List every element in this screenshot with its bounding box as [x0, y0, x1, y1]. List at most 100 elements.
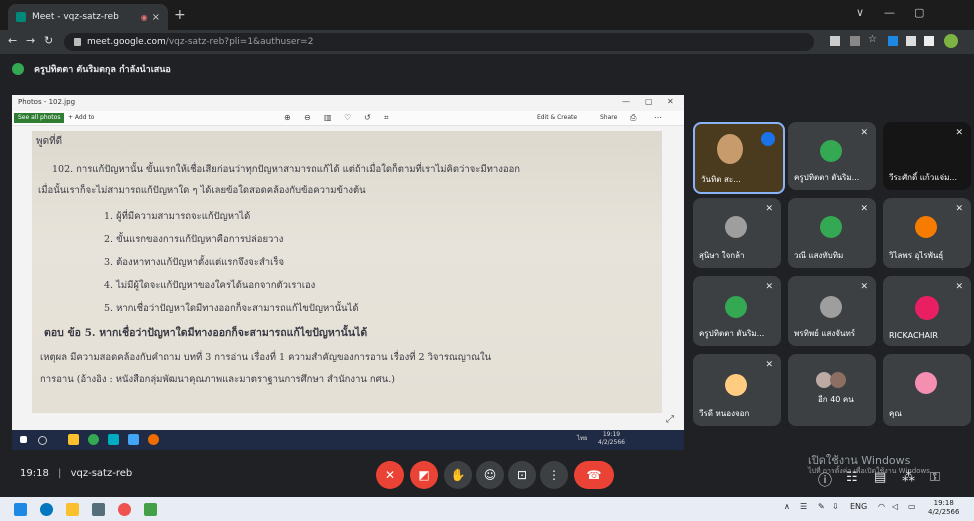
bookmark-star-icon[interactable]: ☆ — [868, 34, 878, 45]
zoom-in-icon[interactable]: ⊕ — [284, 113, 291, 122]
participant-avatar — [830, 372, 846, 388]
text-line: 1. ผู้ที่มีความสามารถจะแก้ปัญหาได้ — [104, 211, 251, 222]
meeting-time: 19:18 — [20, 468, 49, 479]
participant-tile-6[interactable]: ✕ ครูปทิตตา ตันริม... — [693, 276, 781, 346]
tray-chevron-icon[interactable]: ∧ — [784, 502, 790, 511]
participant-tile-7[interactable]: ✕ พรทิพย์ แสงจันทร์ — [788, 276, 876, 346]
tray-usb-icon[interactable]: ⇩ — [832, 502, 839, 511]
see-all-photos-button[interactable]: See all photos — [14, 113, 65, 123]
participant-name: พรทิพย์ แสงจันทร์ — [794, 329, 856, 338]
url-input[interactable]: meet.google.com /vqz-satz-reb?pli=1&auth… — [64, 33, 814, 51]
present-button[interactable]: ⊡ — [508, 461, 536, 489]
participant-name: วณี แสงทับทิม — [794, 251, 844, 260]
text-line: พูดที่ดี — [36, 136, 63, 147]
more-icon[interactable]: ⋯ — [654, 113, 662, 122]
mic-off-icon: ✕ — [765, 360, 773, 370]
maximize-button[interactable]: ▢ — [914, 6, 924, 19]
share-icon[interactable] — [850, 36, 860, 46]
new-tab-button[interactable]: + — [174, 7, 186, 23]
tab-search-icon[interactable]: ∨ — [856, 6, 864, 19]
mic-off-icon: ✕ — [955, 282, 963, 292]
participant-tile-2[interactable]: ✕ วีระศักดิ์ แก้วแจ่ม... — [883, 122, 971, 190]
activities-icon[interactable]: ⁂ — [902, 470, 915, 485]
tray-ink-icon[interactable]: ✎ — [818, 502, 825, 511]
crop-icon[interactable]: ⌗ — [384, 113, 389, 123]
present-screen-icon: ⊡ — [516, 468, 528, 482]
zoom-out-icon[interactable]: ⊖ — [304, 113, 311, 122]
print-icon[interactable]: ⎙ — [630, 113, 636, 123]
minimize-button[interactable]: — — [884, 6, 895, 19]
delete-icon[interactable]: ▥ — [324, 113, 332, 122]
favorite-heart-icon[interactable]: ♡ — [344, 113, 351, 122]
photos-minimize-icon[interactable]: — — [622, 97, 630, 106]
raise-hand-button[interactable]: ✋ — [444, 461, 472, 489]
chrome-icon — [88, 434, 99, 445]
participant-name: ครูปทิตตา ตันริม... — [794, 173, 860, 182]
participant-name: วันทิต สะ... — [701, 175, 741, 184]
share-button[interactable]: Share — [600, 114, 617, 121]
shared-clock-date: 4/2/2566 — [598, 439, 625, 446]
camera-indicator-icon[interactable] — [830, 36, 840, 46]
host-controls-icon[interactable]: ⚿ — [930, 470, 940, 485]
mic-toggle-button[interactable]: ✕ — [376, 461, 404, 489]
reload-icon[interactable]: ↻ — [44, 34, 53, 47]
photos-close-icon[interactable]: ✕ — [667, 97, 674, 106]
wifi-icon[interactable]: ◠ — [878, 502, 885, 511]
tray-apps-icon[interactable]: ☰ — [800, 502, 807, 511]
profile-avatar[interactable] — [944, 34, 958, 48]
speaking-indicator-icon — [761, 132, 775, 146]
forward-arrow-icon[interactable]: → — [26, 34, 35, 47]
browser-icon[interactable] — [118, 503, 131, 516]
separator: | — [58, 468, 62, 479]
taskbar-clock[interactable]: 19:18 4/2/2566 — [928, 499, 959, 517]
rotate-icon[interactable]: ↺ — [364, 113, 371, 122]
back-arrow-icon[interactable]: ← — [8, 34, 17, 47]
resize-diagonal-icon[interactable]: ⤢ — [666, 414, 674, 425]
text-line: 5. หากเชื่อว่าปัญหาใดมีทางออกก็จะสามารถแ… — [104, 303, 359, 314]
participant-avatar — [725, 216, 747, 238]
participant-name: คุณ — [889, 409, 902, 418]
file-explorer-icon[interactable] — [66, 503, 79, 516]
shared-lang-indicator: ไทย — [577, 435, 588, 442]
mic-off-icon: ✕ — [765, 204, 773, 214]
participant-tile-more[interactable]: อีก 40 คน — [788, 354, 876, 426]
windows-start-icon[interactable] — [14, 503, 27, 516]
hand-icon: ✋ — [450, 468, 466, 482]
camera-toggle-button[interactable]: ◩ — [410, 461, 438, 489]
participant-tile-3[interactable]: ✕ สุนิษา ใจกล้า — [693, 198, 781, 268]
more-options-button[interactable]: ⋮ — [540, 461, 568, 489]
add-to-button[interactable]: + Add to — [68, 114, 94, 121]
participant-tile-self[interactable]: คุณ — [883, 354, 971, 426]
search-icon[interactable] — [40, 503, 53, 516]
battery-icon[interactable]: ▭ — [908, 502, 916, 511]
info-icon[interactable]: ⓘ — [818, 470, 832, 490]
meet-icon[interactable] — [144, 503, 157, 516]
input-language[interactable]: ENG — [850, 502, 867, 511]
browser-tab-meet[interactable]: Meet - vqz-satz-reb ◉ × — [8, 4, 168, 30]
meeting-code: vqz-satz-reb — [70, 468, 133, 479]
puzzle-extensions-icon[interactable] — [906, 36, 916, 46]
volume-icon[interactable]: ◁ — [892, 502, 898, 511]
photos-maximize-icon[interactable]: ▢ — [645, 97, 653, 106]
participant-tile-0[interactable]: วันทิต สะ... — [693, 122, 785, 194]
participant-name: วีระศักดิ์ แก้วแจ่ม... — [889, 173, 957, 182]
tab-close-icon[interactable]: × — [152, 12, 160, 23]
extension-icon[interactable] — [888, 36, 898, 46]
side-panel-icon[interactable] — [924, 36, 934, 46]
participant-tile-4[interactable]: ✕ วณี แสงทับทิม — [788, 198, 876, 268]
chat-icon[interactable]: ▤ — [874, 470, 886, 485]
mic-off-icon: ✕ — [860, 282, 868, 292]
reactions-button[interactable]: ☺ — [476, 461, 504, 489]
participant-tile-8[interactable]: ✕ RICKACHAIR — [883, 276, 971, 346]
people-icon[interactable]: ☷ — [846, 470, 858, 485]
participant-tile-9[interactable]: ✕ วีรดี หนองจอก — [693, 354, 781, 426]
store-icon[interactable] — [92, 503, 105, 516]
participant-tile-5[interactable]: ✕ วิไลพร อุไรพันธุ์ — [883, 198, 971, 268]
meet-app-icon — [108, 434, 119, 445]
leave-call-button[interactable]: ☎ — [574, 461, 614, 489]
answer-line: ตอบ ข้อ 5. หากเชื่อว่าปัญหาใดมีทางออกก็จ… — [44, 327, 368, 339]
emoji-icon: ☺ — [483, 468, 497, 482]
participant-tile-1[interactable]: ✕ ครูปทิตตา ตันริม... — [788, 122, 876, 190]
text-line: 102. การแก้ปัญหานั้น ขั้นแรกให้เชื่อเสีย… — [52, 164, 521, 175]
edit-create-button[interactable]: Edit & Create — [537, 114, 577, 121]
